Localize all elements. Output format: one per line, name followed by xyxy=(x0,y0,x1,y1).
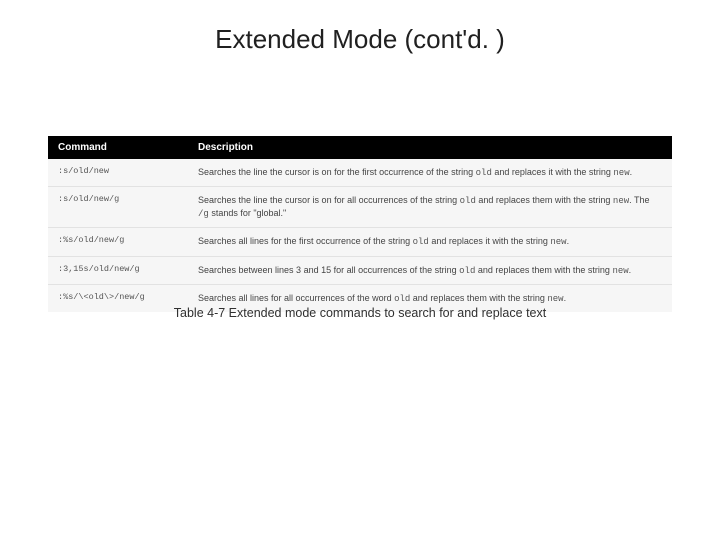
table-row: :s/old/new/g Searches the line the curso… xyxy=(48,187,672,228)
desc-mono: old xyxy=(476,168,492,178)
description-cell: Searches between lines 3 and 15 for all … xyxy=(188,256,672,284)
desc-text: . xyxy=(629,265,632,275)
desc-mono: new xyxy=(550,237,566,247)
table-header-row: Command Description xyxy=(48,136,672,159)
desc-text: Searches the line the cursor is on for t… xyxy=(198,167,476,177)
command-cell: :3,15s/old/new/g xyxy=(48,256,188,284)
desc-mono: new xyxy=(612,266,628,276)
desc-text: Searches all lines for all occurrences o… xyxy=(198,293,394,303)
desc-mono: new xyxy=(613,196,629,206)
desc-mono: new xyxy=(613,168,629,178)
desc-text: stands for "global." xyxy=(209,208,286,218)
desc-text: . The xyxy=(629,195,649,205)
page-title: Extended Mode (cont'd. ) xyxy=(0,24,720,55)
desc-text: Searches between lines 3 and 15 for all … xyxy=(198,265,459,275)
description-cell: Searches the line the cursor is on for a… xyxy=(188,187,672,228)
col-header-command: Command xyxy=(48,136,188,159)
desc-mono: old xyxy=(460,196,476,206)
description-cell: Searches the line the cursor is on for t… xyxy=(188,159,672,187)
command-cell: :%s/old/new/g xyxy=(48,228,188,256)
description-cell: Searches all lines for the first occurre… xyxy=(188,228,672,256)
table-row: :s/old/new Searches the line the cursor … xyxy=(48,159,672,187)
commands-table: Command Description :s/old/new Searches … xyxy=(48,136,672,312)
command-cell: :s/old/new/g xyxy=(48,187,188,228)
command-cell: :s/old/new xyxy=(48,159,188,187)
desc-mono: old xyxy=(459,266,475,276)
col-header-description: Description xyxy=(188,136,672,159)
desc-text: and replaces them with the string xyxy=(410,293,547,303)
table-row: :3,15s/old/new/g Searches between lines … xyxy=(48,256,672,284)
desc-text: and replaces them with the string xyxy=(476,195,613,205)
desc-text: Searches the line the cursor is on for a… xyxy=(198,195,460,205)
desc-text: . xyxy=(567,236,570,246)
desc-mono: /g xyxy=(198,209,209,219)
table-row: :%s/old/new/g Searches all lines for the… xyxy=(48,228,672,256)
desc-text: . xyxy=(630,167,633,177)
desc-text: and replaces it with the string xyxy=(429,236,551,246)
table-caption: Table 4-7 Extended mode commands to sear… xyxy=(0,306,720,320)
commands-table-wrap: Command Description :s/old/new Searches … xyxy=(48,136,672,312)
desc-mono: old xyxy=(394,294,410,304)
desc-mono: old xyxy=(413,237,429,247)
desc-text: and replaces it with the string xyxy=(492,167,614,177)
desc-text: . xyxy=(564,293,567,303)
desc-mono: new xyxy=(547,294,563,304)
desc-text: Searches all lines for the first occurre… xyxy=(198,236,413,246)
desc-text: and replaces them with the string xyxy=(475,265,612,275)
